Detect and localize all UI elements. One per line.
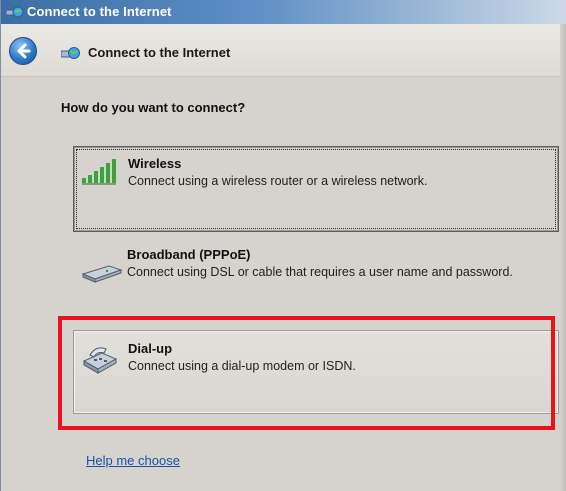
option-wireless[interactable]: Wireless Connect using a wireless router… [73,146,559,232]
wireless-description: Connect using a wireless router or a wir… [128,174,428,188]
back-button[interactable] [9,37,37,65]
highlight-annotation [58,316,555,430]
help-me-choose-link[interactable]: Help me choose [86,453,180,468]
network-globe-icon [61,47,80,59]
title-bar: Connect to the Internet [1,0,566,24]
window-title: Connect to the Internet [27,4,172,19]
network-globe-icon [6,6,24,18]
option-broadband[interactable]: Broadband (PPPoE) Connect using DSL or c… [73,240,559,300]
navigation-bar [1,24,566,77]
window-edge [560,24,566,491]
wireless-signal-icon [82,159,116,185]
connect-dialog-window: Connect to the Internet Connect to the I… [0,0,566,491]
broadband-description: Connect using DSL or cable that requires… [127,265,513,279]
connection-question: How do you want to connect? [61,100,246,115]
page-title: Connect to the Internet [88,45,231,60]
broadband-modem-icon [81,265,123,283]
wireless-title: Wireless [128,156,182,171]
back-arrow-icon [17,43,31,59]
broadband-title: Broadband (PPPoE) [127,247,251,262]
